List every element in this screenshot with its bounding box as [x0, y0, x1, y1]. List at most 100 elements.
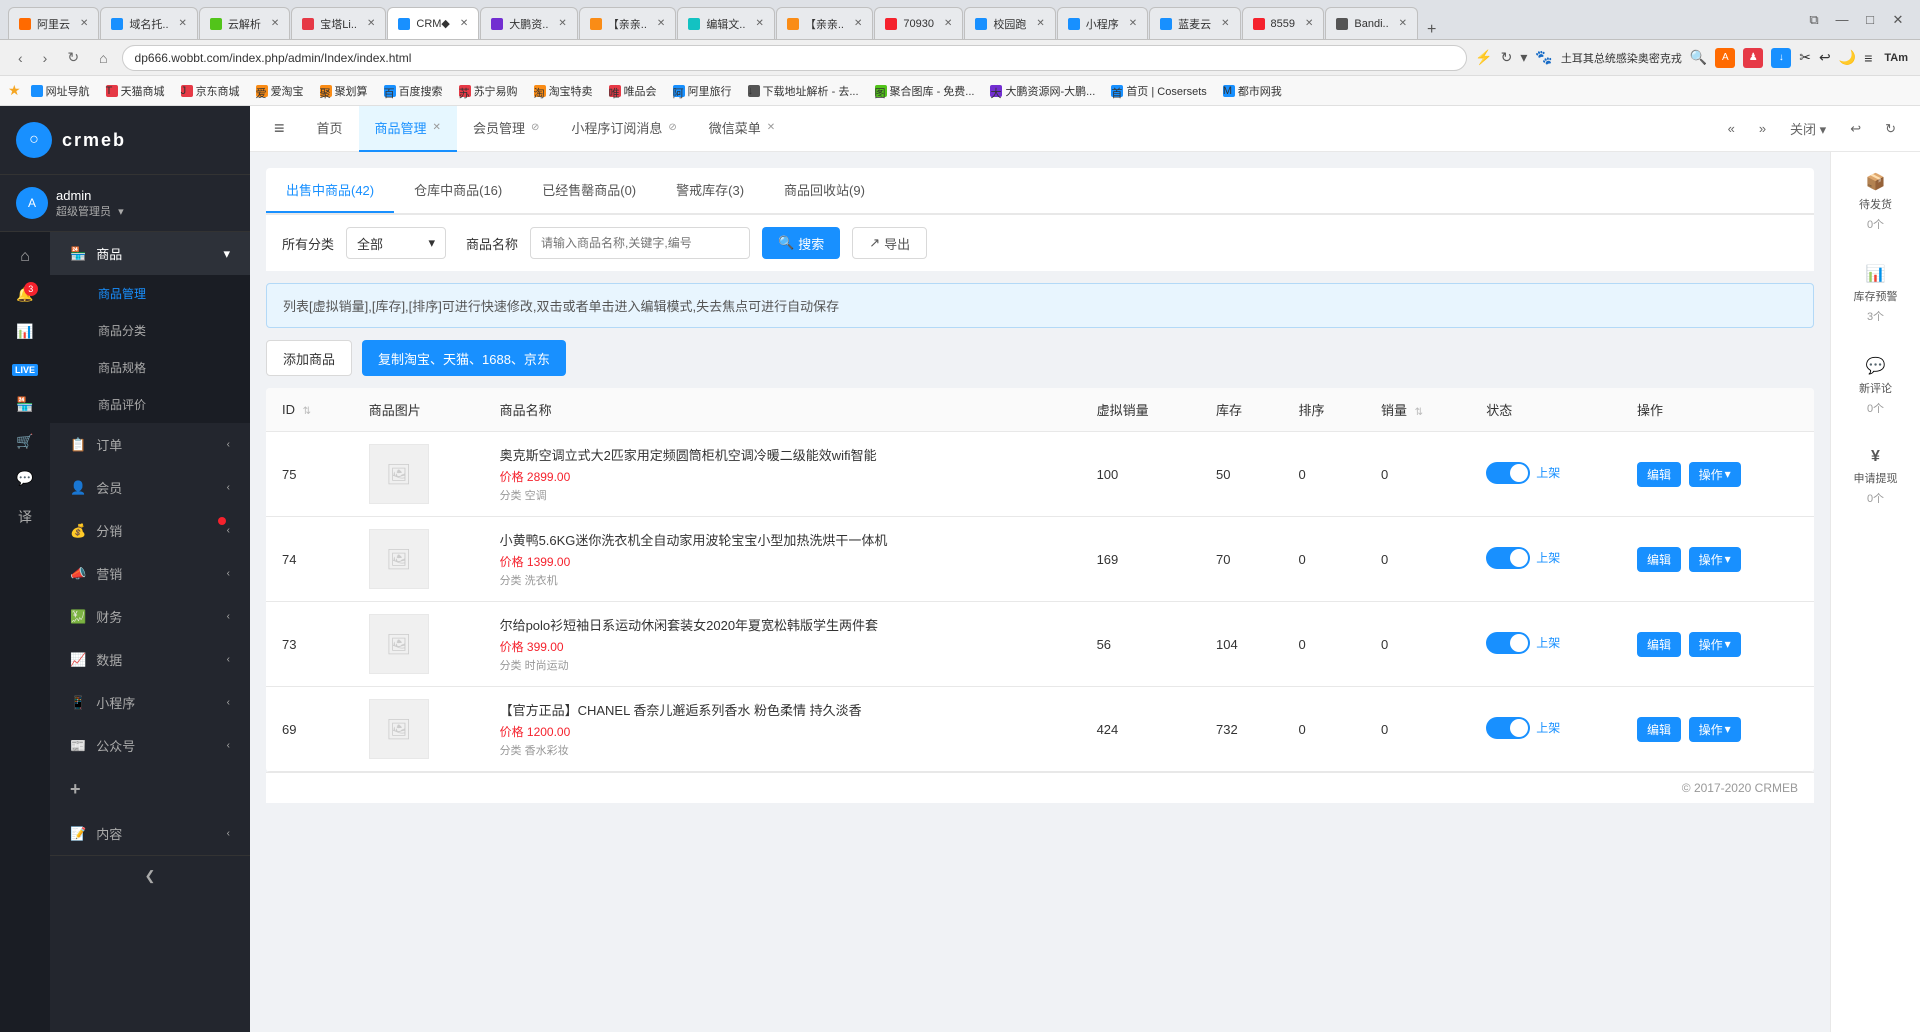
bookmark-suning[interactable]: 苏 苏宁易购 — [453, 81, 524, 101]
bookmark-alitravel[interactable]: 阿 阿里旅行 — [667, 81, 738, 101]
tab-close-alicloud[interactable]: ✕ — [80, 18, 88, 29]
col-sales[interactable]: 销量 ⇅ — [1365, 388, 1470, 432]
tab-lanmai[interactable]: 蓝麦云 ✕ — [1149, 7, 1240, 39]
bookmark-star-icon[interactable]: ★ — [8, 82, 21, 99]
stock[interactable]: 104 — [1200, 602, 1282, 687]
icon-chart[interactable]: 📊 — [8, 315, 41, 348]
top-tab-products[interactable]: 商品管理 ✕ — [359, 106, 457, 152]
icon-home[interactable]: ⌂ — [12, 240, 38, 274]
nav-prev-btn[interactable]: « — [1720, 117, 1743, 140]
export-button[interactable]: ↗ 导出 — [852, 227, 927, 259]
top-tab-home[interactable]: 首页 — [301, 106, 359, 152]
status-toggle[interactable] — [1486, 632, 1530, 654]
edit-button[interactable]: 编辑 — [1637, 632, 1681, 657]
bookmark-dp[interactable]: 大 大鹏资源网-大鹏... — [984, 81, 1101, 101]
sidebar-item-add[interactable]: + — [50, 767, 250, 812]
top-tab-wechat-menu[interactable]: 微信菜单 ✕ — [693, 106, 791, 152]
minimize-icon[interactable]: — — [1832, 10, 1852, 30]
tab-70930[interactable]: 70930 ✕ — [874, 7, 963, 39]
sidebar-item-finance[interactable]: 💹 财务 ‹ — [50, 595, 250, 638]
extension-1[interactable]: A — [1715, 48, 1735, 68]
sidebar-item-orders[interactable]: 📋 订单 ‹ — [50, 423, 250, 466]
search-button[interactable]: 🔍 搜索 — [762, 227, 840, 259]
tab-close-bandi[interactable]: ✕ — [1399, 18, 1407, 29]
virtual-sales[interactable]: 100 — [1081, 432, 1200, 517]
bookmark-tbtm[interactable]: 淘 淘宝特卖 — [528, 81, 599, 101]
product-name-input[interactable] — [530, 227, 750, 259]
virtual-sales[interactable]: 56 — [1081, 602, 1200, 687]
sidebar-item-official[interactable]: 📰 公众号 ‹ — [50, 724, 250, 767]
sub-tab-on-sale[interactable]: 出售中商品(42) — [266, 168, 394, 213]
sort[interactable]: 0 — [1283, 687, 1365, 772]
tab-qq2[interactable]: 【亲亲.. ✕ — [776, 7, 874, 39]
sidebar-item-products[interactable]: 🏪 商品 ▾ — [50, 232, 250, 275]
stock[interactable]: 70 — [1200, 517, 1282, 602]
bookmark-coser[interactable]: 首 首页 | Cosersets — [1105, 81, 1213, 101]
top-tab-members[interactable]: 会员管理 ⊘ — [457, 106, 555, 152]
nav-next-btn[interactable]: » — [1751, 117, 1774, 140]
edit-button[interactable]: 编辑 — [1637, 547, 1681, 572]
stock[interactable]: 50 — [1200, 432, 1282, 517]
tab-close-qq[interactable]: ✕ — [657, 18, 665, 29]
new-tab-button[interactable]: + — [1419, 21, 1444, 39]
refresh-icon[interactable]: ↻ — [1501, 49, 1513, 66]
virtual-sales[interactable]: 169 — [1081, 517, 1200, 602]
nav-refresh-btn[interactable]: ↻ — [1877, 117, 1904, 141]
sidebar-item-distribution[interactable]: 💰 分销 ‹ — [50, 509, 250, 552]
operation-button[interactable]: 操作 ▾ — [1689, 547, 1741, 572]
tab-bandi[interactable]: Bandi.. ✕ — [1325, 7, 1418, 39]
sub-tab-recycle[interactable]: 商品回收站(9) — [764, 168, 885, 213]
tab-qq[interactable]: 【亲亲.. ✕ — [579, 7, 677, 39]
sub-tab-sold-out[interactable]: 已经售罄商品(0) — [522, 168, 656, 213]
sort[interactable]: 0 — [1283, 517, 1365, 602]
top-tab-wechat-close[interactable]: ✕ — [767, 122, 775, 133]
tab-dns[interactable]: 云解析 ✕ — [199, 7, 290, 39]
right-panel-stock-warning[interactable]: 📊 库存预警 3个 — [1839, 256, 1912, 332]
copy-product-button[interactable]: 复制淘宝、天猫、1688、京东 — [362, 340, 566, 376]
tab-close-school[interactable]: ✕ — [1036, 18, 1044, 29]
sidebar-item-content[interactable]: 📝 内容 ‹ — [50, 812, 250, 855]
close-window-icon[interactable]: ✕ — [1888, 10, 1908, 30]
tab-mini[interactable]: 小程序 ✕ — [1057, 7, 1148, 39]
add-product-button[interactable]: 添加商品 — [266, 340, 352, 376]
status-toggle[interactable] — [1486, 462, 1530, 484]
top-tab-products-close[interactable]: ✕ — [433, 122, 441, 133]
top-tab-members-close[interactable]: ⊘ — [531, 122, 539, 133]
home-button[interactable]: ⌂ — [93, 48, 113, 68]
tab-close-bt[interactable]: ✕ — [367, 18, 375, 29]
extension-7[interactable]: ≡ — [1864, 50, 1872, 66]
operation-button[interactable]: 操作 ▾ — [1689, 717, 1741, 742]
sidebar-item-product-category[interactable]: 商品分类 — [50, 312, 250, 349]
tab-close-crm[interactable]: ✕ — [460, 18, 468, 29]
tab-8559[interactable]: 8559 ✕ — [1242, 7, 1325, 39]
sidebar-collapse-btn[interactable]: ❮ — [50, 855, 250, 896]
right-panel-new-comments[interactable]: 💬 新评论 0个 — [1839, 348, 1912, 424]
back-button[interactable]: ‹ — [12, 48, 29, 68]
tab-dp[interactable]: 大鹏资.. ✕ — [480, 7, 578, 39]
col-id[interactable]: ID ⇅ — [266, 388, 353, 432]
status-toggle[interactable] — [1486, 717, 1530, 739]
bookmark-vip[interactable]: 唯 唯品会 — [603, 81, 663, 101]
sidebar-item-product-management[interactable]: 商品管理 — [50, 275, 250, 312]
icon-live[interactable]: LIVE — [4, 352, 46, 384]
sidebar-item-miniapp[interactable]: 📱 小程序 ‹ — [50, 681, 250, 724]
icon-cart[interactable]: 🛒 — [8, 425, 41, 458]
bookmark-juhua[interactable]: 聚 聚划算 — [314, 81, 374, 101]
tab-close-qq2[interactable]: ✕ — [854, 18, 862, 29]
sub-tab-warning[interactable]: 警戒库存(3) — [656, 168, 764, 213]
extension-4[interactable]: ✂ — [1799, 49, 1811, 66]
sidebar-item-members[interactable]: 👤 会员 ‹ — [50, 466, 250, 509]
reload-button[interactable]: ↻ — [61, 47, 85, 68]
sub-tab-warehouse[interactable]: 仓库中商品(16) — [394, 168, 522, 213]
tab-close-8559[interactable]: ✕ — [1305, 18, 1313, 29]
bookmark-gallery[interactable]: 图 聚合图库 - 免费... — [869, 81, 981, 101]
extension-5[interactable]: ↩ — [1819, 49, 1831, 66]
nav-close-btn[interactable]: 关闭 ▾ — [1782, 115, 1834, 142]
bookmark-download[interactable]: ↓ 下载地址解析 - 去... — [742, 81, 865, 101]
tab-close-70930[interactable]: ✕ — [944, 18, 952, 29]
top-tab-subscribe-close[interactable]: ⊘ — [668, 122, 676, 133]
forward-button[interactable]: › — [37, 48, 54, 68]
bookmark-baidu[interactable]: 百 百度搜索 — [378, 81, 449, 101]
bookmark-wangzhi[interactable]: 网址导航 — [25, 81, 96, 101]
icon-store[interactable]: 🏪 — [8, 388, 41, 421]
